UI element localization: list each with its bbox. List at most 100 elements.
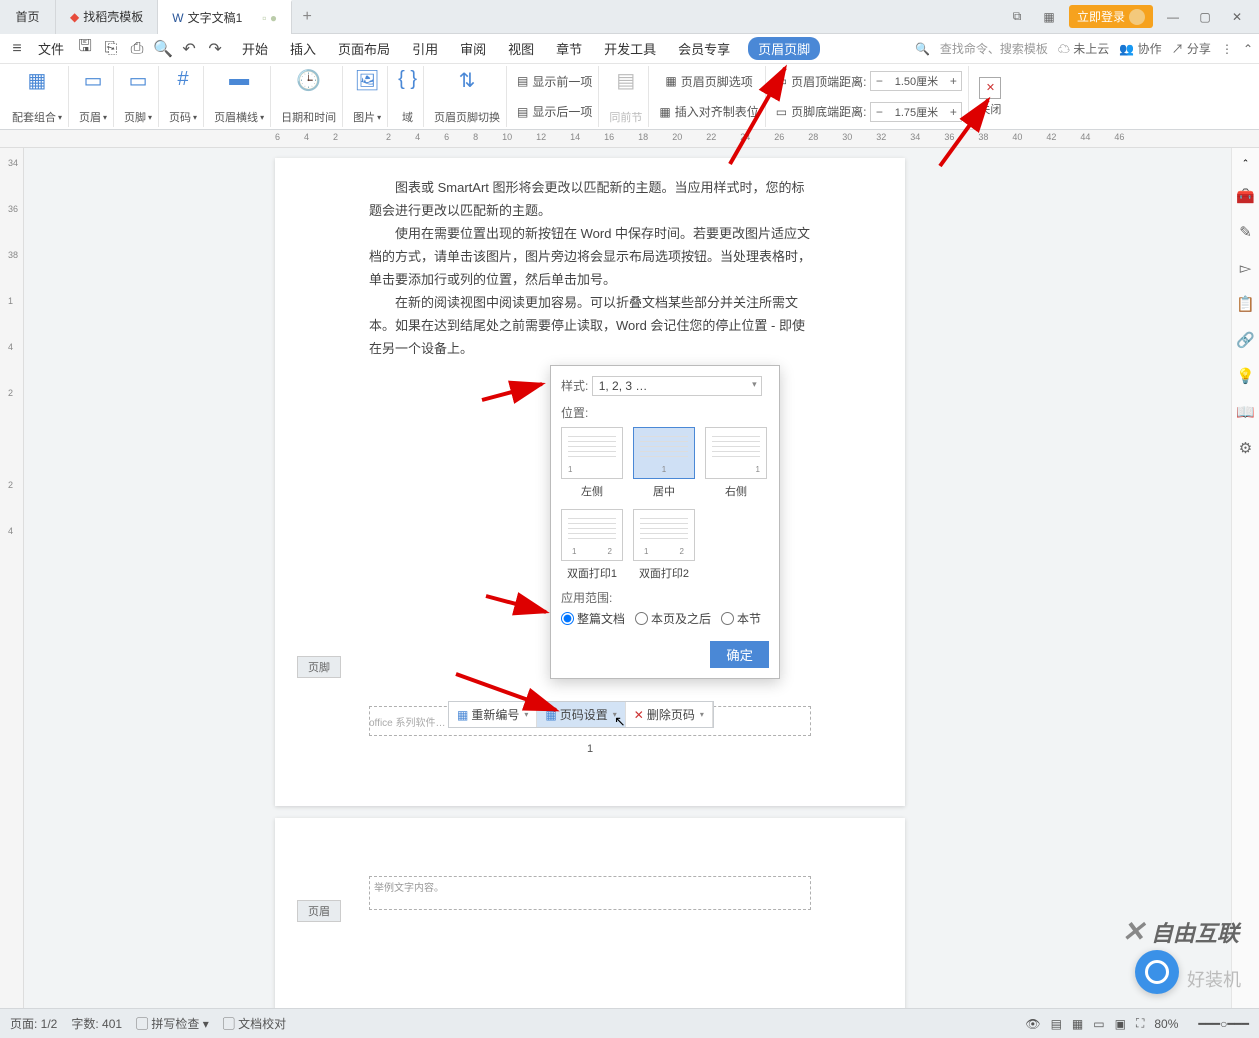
- redo-icon[interactable]: ↷: [204, 38, 226, 60]
- minus-button[interactable]: −: [871, 74, 887, 88]
- share-button[interactable]: ↗ 分享: [1172, 40, 1211, 57]
- delete-pagenumber-button[interactable]: ✕删除页码▾: [626, 702, 713, 727]
- page-header-region[interactable]: 举例文字内容。: [369, 876, 811, 910]
- tab-add[interactable]: +: [292, 8, 322, 26]
- ribbon-datetime[interactable]: 🕒日期和时间: [275, 66, 343, 127]
- options-icon: ▦: [665, 74, 676, 88]
- maximize-button[interactable]: ▢: [1193, 5, 1217, 29]
- page-settings-button[interactable]: ▦页码设置▾: [537, 702, 625, 727]
- settings-icon: ▦: [545, 708, 556, 722]
- minimize-button[interactable]: —: [1161, 5, 1185, 29]
- ribbon-header[interactable]: ▭页眉▾: [73, 66, 114, 127]
- preview-icon[interactable]: 🔍: [152, 38, 174, 60]
- cloud-icon[interactable]: ☁ 未上云: [1058, 40, 1109, 57]
- ribbon-next[interactable]: ▤显示后一项: [517, 99, 592, 126]
- apps-icon[interactable]: ▦: [1037, 5, 1061, 29]
- position-option[interactable]: 1左侧: [561, 427, 623, 499]
- menu-icon[interactable]: ≡: [6, 38, 28, 60]
- print-icon[interactable]: ⎙: [126, 38, 148, 60]
- menu-tabs: 开始 插入 页面布局 引用 审阅 视图 章节 开发工具 会员专享 页眉页脚: [238, 37, 820, 60]
- undo-icon[interactable]: ↶: [178, 38, 200, 60]
- login-button[interactable]: 立即登录: [1069, 5, 1153, 28]
- menu-tab-headerfooter[interactable]: 页眉页脚: [748, 37, 820, 60]
- view-outline-icon[interactable]: ▦: [1072, 1017, 1083, 1031]
- tab-document[interactable]: W文字文稿1▫ ●: [158, 0, 292, 34]
- menu-tab-layout[interactable]: 页面布局: [334, 37, 394, 60]
- select-icon[interactable]: ▻: [1240, 259, 1252, 277]
- export-icon[interactable]: ⎘: [100, 38, 122, 60]
- view-web-icon[interactable]: ▭: [1093, 1017, 1104, 1031]
- ribbon-pagenumber[interactable]: #页码▾: [163, 66, 204, 127]
- position-option[interactable]: 1右侧: [705, 427, 767, 499]
- page-2: 举例文字内容。 页眉: [275, 818, 905, 1008]
- ribbon-hf-options[interactable]: ▦页眉页脚选项: [665, 68, 752, 95]
- scope-radio[interactable]: 整篇文档: [561, 610, 625, 627]
- scope-radio[interactable]: 本节: [721, 610, 761, 627]
- footer-icon: ▭: [129, 68, 148, 93]
- footer-distance-spinner[interactable]: −1.75厘米+: [870, 102, 962, 122]
- ribbon-close[interactable]: ✕ 关闭: [973, 66, 1007, 127]
- header-distance-spinner[interactable]: −1.50厘米+: [870, 71, 962, 91]
- ribbon-picture[interactable]: 🖼图片▾: [347, 66, 388, 127]
- ruler-vertical[interactable]: 34363814224: [0, 148, 24, 1008]
- position-option[interactable]: 1居中: [633, 427, 695, 499]
- plus-button[interactable]: +: [945, 74, 961, 88]
- ribbon-field[interactable]: { }域: [392, 66, 424, 127]
- clipboard-icon[interactable]: 📋: [1236, 295, 1255, 313]
- status-spell[interactable]: ▢ 拼写检查 ▾: [136, 1015, 209, 1032]
- header-label: 页眉: [297, 900, 341, 922]
- position-option[interactable]: 12双面打印1: [561, 509, 623, 581]
- gear-icon[interactable]: ⚙: [1239, 439, 1252, 457]
- zoom-slider[interactable]: ━━━○━━━: [1198, 1017, 1249, 1031]
- tab-home[interactable]: 首页: [0, 0, 56, 34]
- zoom-value[interactable]: 80%: [1154, 1017, 1178, 1031]
- ribbon-footer[interactable]: ▭页脚▾: [118, 66, 159, 127]
- ribbon-headerline[interactable]: ▬页眉横线▾: [208, 66, 271, 127]
- close-window-button[interactable]: ✕: [1225, 5, 1249, 29]
- menu-tab-review[interactable]: 审阅: [456, 37, 490, 60]
- pen-icon[interactable]: ✎: [1239, 223, 1252, 241]
- tab-templates[interactable]: ◆找稻壳模板: [56, 0, 158, 34]
- ribbon-prev[interactable]: ▤显示前一项: [517, 68, 592, 95]
- ribbon-switch[interactable]: ⇅页眉页脚切换: [428, 66, 507, 127]
- ruler-horizontal[interactable]: 6422468101214161820222426283032343638404…: [0, 130, 1259, 148]
- status-proof[interactable]: ▢ 文档校对: [223, 1015, 286, 1032]
- menu-tab-section[interactable]: 章节: [552, 37, 586, 60]
- datetime-icon: 🕒: [296, 68, 321, 93]
- menu-tab-reference[interactable]: 引用: [408, 37, 442, 60]
- menu-tab-insert[interactable]: 插入: [286, 37, 320, 60]
- position-option[interactable]: 12双面打印2: [633, 509, 695, 581]
- save-icon[interactable]: 🖫: [74, 38, 96, 60]
- menu-tab-member[interactable]: 会员专享: [674, 37, 734, 60]
- ribbon-aligntab[interactable]: ▦插入对齐制表位: [659, 99, 758, 126]
- file-menu[interactable]: 文件: [32, 39, 70, 58]
- zoom-fit-icon[interactable]: ⛶: [1136, 1016, 1144, 1031]
- renumber-button[interactable]: ▦重新编号▾: [449, 702, 537, 727]
- plus-button[interactable]: +: [945, 105, 961, 119]
- minus-button[interactable]: −: [871, 105, 887, 119]
- scope-label: 应用范围:: [561, 589, 769, 606]
- view-page-icon[interactable]: ▤: [1051, 1017, 1062, 1031]
- collab-button[interactable]: 👥 协作: [1119, 40, 1161, 57]
- scroll-up-icon[interactable]: ⌃: [1242, 158, 1250, 169]
- window-number-icon[interactable]: ⧉: [1005, 5, 1029, 29]
- search-input[interactable]: 查找命令、搜索模板: [940, 40, 1048, 57]
- scope-radio[interactable]: 本页及之后: [635, 610, 711, 627]
- hdist-icon: ▭: [776, 74, 787, 88]
- position-label: 位置:: [561, 404, 769, 421]
- ok-button[interactable]: 确定: [710, 641, 769, 668]
- ribbon-sameassection[interactable]: ▤同前节: [603, 66, 649, 127]
- collapse-ribbon-icon[interactable]: ⋮: [1221, 42, 1233, 56]
- menu-tab-devtools[interactable]: 开发工具: [600, 37, 660, 60]
- toolbox-icon[interactable]: 🧰: [1236, 187, 1255, 205]
- view-read-icon[interactable]: ▣: [1115, 1017, 1126, 1031]
- menu-tab-start[interactable]: 开始: [238, 37, 272, 60]
- share-side-icon[interactable]: 🔗: [1236, 331, 1255, 349]
- reader-icon[interactable]: 📖: [1236, 403, 1255, 421]
- chevron-up-icon[interactable]: ⌃: [1243, 42, 1253, 56]
- eye-icon[interactable]: 👁: [1025, 1017, 1040, 1031]
- style-select[interactable]: 1, 2, 3 …: [592, 376, 762, 396]
- ribbon-combo[interactable]: ▦配套组合▾: [6, 66, 69, 127]
- menu-tab-view[interactable]: 视图: [504, 37, 538, 60]
- lightbulb-icon[interactable]: 💡: [1236, 367, 1255, 385]
